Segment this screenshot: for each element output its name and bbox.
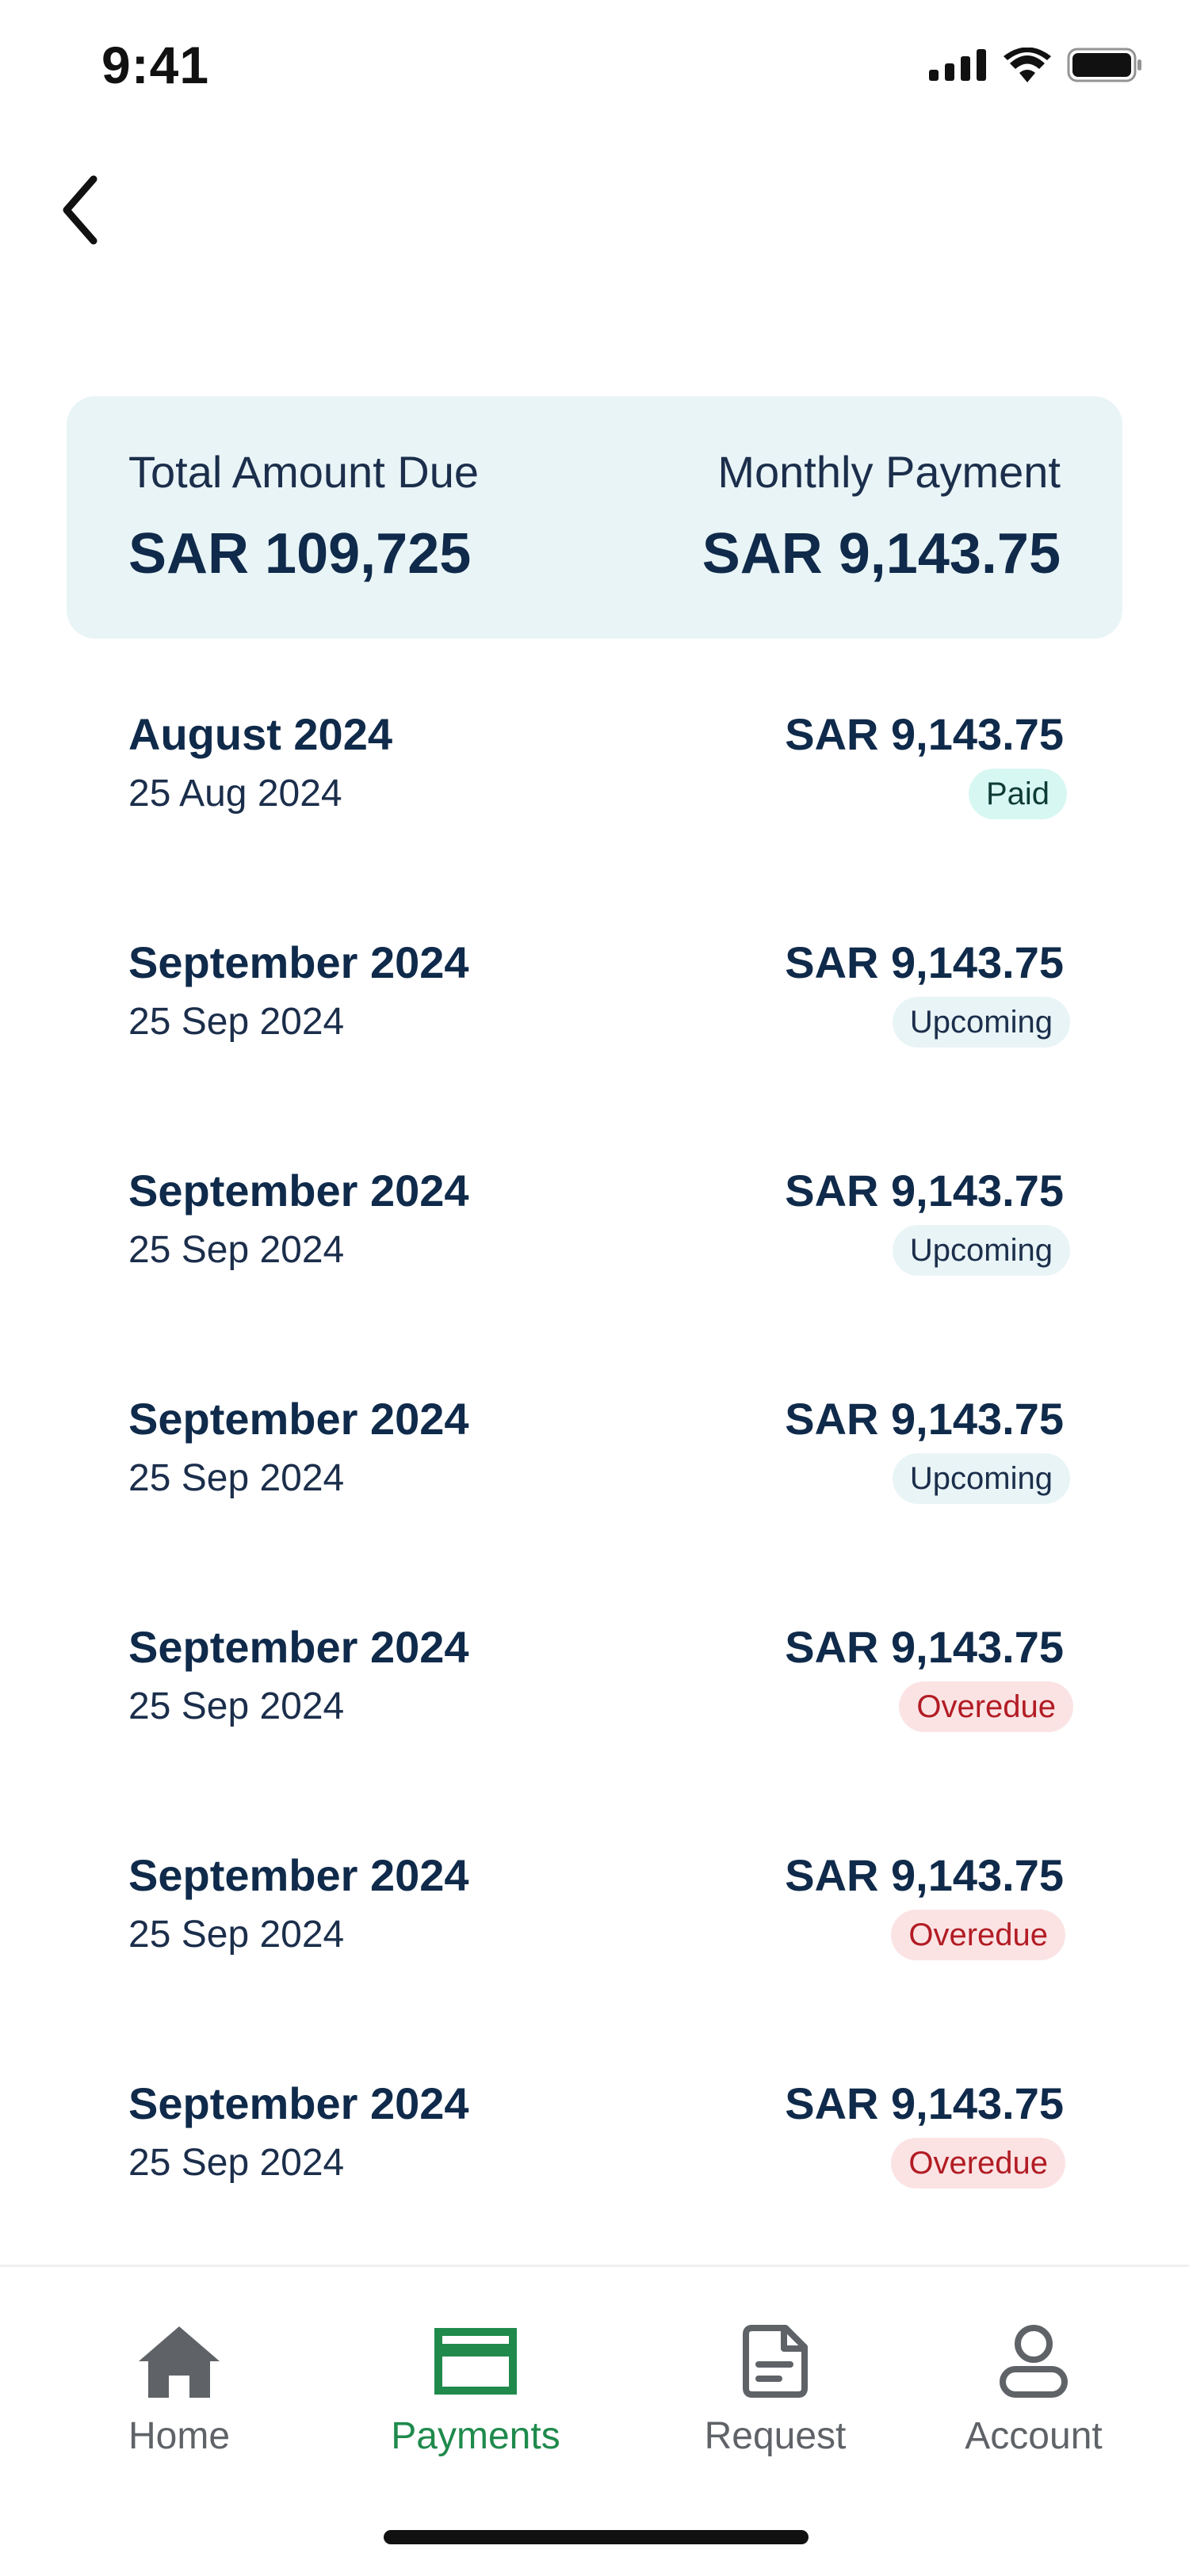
status-badge: Upcoming <box>892 1453 1070 1504</box>
status-badge: Upcoming <box>892 997 1070 1048</box>
payment-month: September 2024 <box>128 2078 469 2128</box>
status-badge: Paid <box>968 769 1067 819</box>
payment-month: September 2024 <box>128 1622 469 1672</box>
total-amount-due: Total Amount Due SAR 109,725 <box>128 444 479 590</box>
payment-row[interactable]: September 2024 25 Sep 2024 SAR 9,143.75 … <box>0 1596 1189 1824</box>
status-bar: 9:41 <box>0 0 1189 143</box>
status-badge: Overedue <box>891 1910 1065 1960</box>
payment-row[interactable]: August 2024 25 Aug 2024 SAR 9,143.75 Pai… <box>0 683 1189 911</box>
payment-row[interactable]: September 2024 25 Sep 2024 SAR 9,143.75 … <box>0 1139 1189 1368</box>
payment-date: 25 Sep 2024 <box>128 1685 345 1727</box>
payment-month: September 2024 <box>128 937 469 987</box>
monthly-payment: Monthly Payment SAR 9,143.75 <box>702 444 1061 590</box>
payment-amount: SAR 9,143.75 <box>785 709 1064 759</box>
payment-amount: SAR 9,143.75 <box>785 1394 1064 1444</box>
tab-request-label: Request <box>704 2415 847 2457</box>
user-icon <box>986 2318 1081 2405</box>
status-badge: Upcoming <box>892 1225 1070 1276</box>
payment-row[interactable]: September 2024 25 Sep 2024 SAR 9,143.75 … <box>0 1368 1189 1596</box>
bottom-tab-bar: Home Payments Request Account <box>0 2265 1189 2576</box>
tab-request[interactable]: Request <box>656 2318 894 2460</box>
document-icon <box>728 2318 823 2405</box>
chevron-left-icon <box>63 175 97 245</box>
payment-amount: SAR 9,143.75 <box>785 1850 1064 1900</box>
back-button[interactable] <box>48 166 111 254</box>
payment-row[interactable]: September 2024 25 Sep 2024 SAR 9,143.75 … <box>0 2052 1189 2280</box>
payment-date: 25 Sep 2024 <box>128 2142 345 2184</box>
payment-month: September 2024 <box>128 1166 469 1215</box>
monthly-payment-label: Monthly Payment <box>717 447 1061 497</box>
payment-date: 25 Sep 2024 <box>128 1457 345 1499</box>
credit-card-icon <box>428 2318 523 2405</box>
payment-amount: SAR 9,143.75 <box>785 1166 1064 1215</box>
payment-month: September 2024 <box>128 1850 469 1900</box>
home-icon <box>132 2318 227 2405</box>
tab-payments-label: Payments <box>391 2415 560 2457</box>
tab-payments[interactable]: Payments <box>357 2318 594 2460</box>
tab-home[interactable]: Home <box>60 2318 298 2460</box>
status-icons <box>929 48 1143 82</box>
wifi-icon <box>1004 48 1051 82</box>
total-amount-label: Total Amount Due <box>128 447 480 497</box>
payment-month: September 2024 <box>128 1394 469 1444</box>
status-time: 9:41 <box>101 36 210 94</box>
monthly-payment-value: SAR 9,143.75 <box>702 522 1061 586</box>
payment-date: 25 Sep 2024 <box>128 1229 345 1271</box>
payment-row[interactable]: September 2024 25 Sep 2024 SAR 9,143.75 … <box>0 911 1189 1139</box>
status-badge: Overedue <box>891 2138 1065 2189</box>
tab-account[interactable]: Account <box>915 2318 1153 2460</box>
payment-amount: SAR 9,143.75 <box>785 1622 1064 1672</box>
cellular-signal-icon <box>929 49 986 81</box>
payment-amount: SAR 9,143.75 <box>785 937 1064 987</box>
payment-month: August 2024 <box>128 709 392 759</box>
battery-icon <box>1067 48 1141 82</box>
payment-date: 25 Sep 2024 <box>128 1914 345 1956</box>
payment-date: 25 Sep 2024 <box>128 1001 345 1043</box>
home-indicator <box>384 2530 809 2544</box>
tab-home-label: Home <box>128 2415 231 2457</box>
payment-amount: SAR 9,143.75 <box>785 2078 1064 2128</box>
tab-account-label: Account <box>965 2415 1103 2457</box>
payment-date: 25 Aug 2024 <box>128 773 342 815</box>
payment-row[interactable]: September 2024 25 Sep 2024 SAR 9,143.75 … <box>0 1824 1189 2052</box>
payment-summary-card: Total Amount Due SAR 109,725 Monthly Pay… <box>67 396 1122 639</box>
status-badge: Overedue <box>899 1681 1073 1732</box>
total-amount-value: SAR 109,725 <box>128 522 472 586</box>
